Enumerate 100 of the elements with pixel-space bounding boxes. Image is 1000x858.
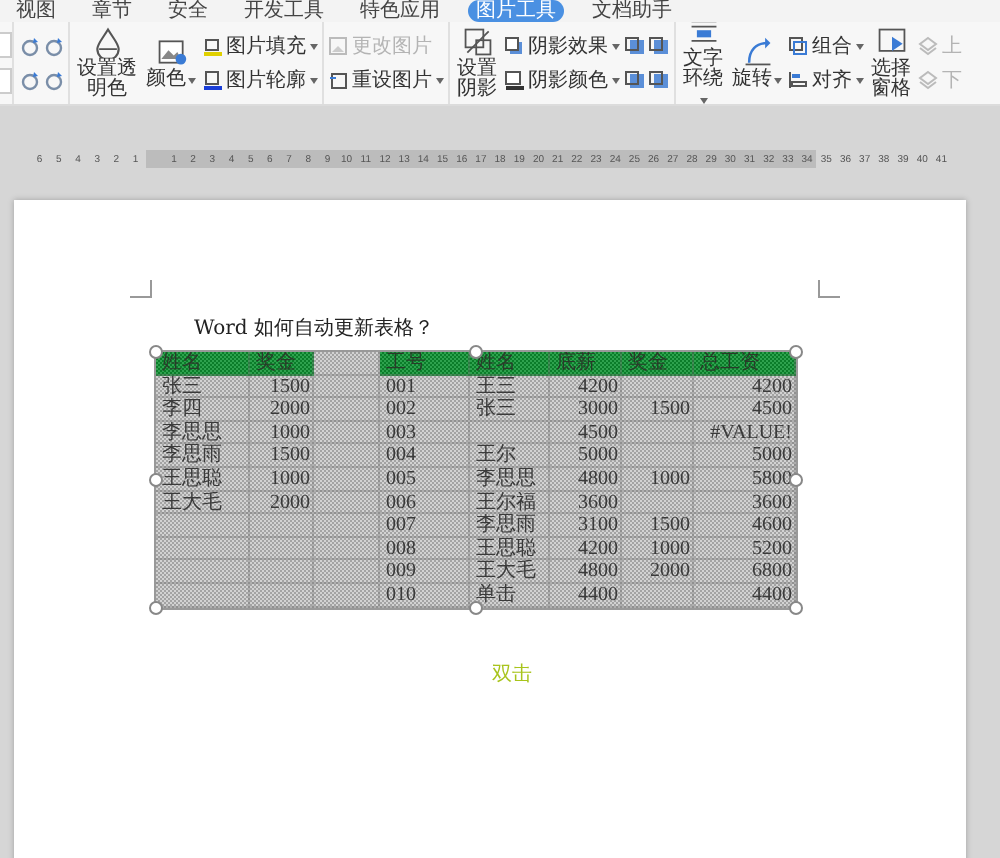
shadow-square-icon [624,35,646,57]
ribbon-tab[interactable]: 开发工具 [236,0,332,22]
table-cell [314,514,380,538]
header-cell: 奖金 [622,352,694,376]
table-cell [622,375,694,399]
table-cell [250,537,314,561]
toolbar-button[interactable]: 文字环绕 [680,22,726,104]
shadow-square-icon [648,69,670,91]
toolbar-button[interactable]: 设置透明色 [74,26,140,100]
table-cell: 1000 [622,467,694,492]
table-cell: 4800 [550,467,622,492]
resize-handle[interactable] [149,472,163,487]
table-cell: 4500 [550,421,622,445]
toolbar-button[interactable]: 组合 [788,35,864,57]
table-cell [622,444,694,468]
resize-handle[interactable] [789,600,803,615]
table-cell: 1500 [250,375,314,399]
table-cell: 王尔 [470,444,550,468]
table-cell [156,560,250,584]
table-cell [622,491,694,515]
table-cell [156,514,250,538]
toolbar-button[interactable]: 颜色 [144,36,198,90]
header-cell: 奖金 [250,352,314,376]
toolbar-button[interactable]: 对齐 [788,69,864,91]
table-cell [314,467,380,492]
table-cell: 李思思 [156,421,250,445]
caret-icon [310,43,318,49]
rotate-icon [18,69,40,91]
caret-icon [612,43,620,49]
table-cell: 5000 [694,444,796,468]
table-cell: 李四 [156,398,250,422]
table-cell [314,421,380,445]
table-cell [470,421,550,445]
header-cell: 姓名 [156,352,250,376]
caret-icon [774,78,782,84]
table-cell [622,583,694,608]
table-cell: 2000 [250,491,314,515]
resize-handle[interactable] [149,345,163,359]
table-cell [314,583,380,608]
table-cell: 1500 [250,444,314,468]
resize-handle[interactable] [469,600,483,615]
table-cell: 4200 [550,537,622,561]
shadow-color-icon [504,69,526,91]
table-cell: 王大毛 [470,560,550,584]
table-cell: 002 [380,398,470,422]
text-wrap-icon [687,22,719,48]
resize-handle[interactable] [789,472,803,487]
table-cell: 1500 [622,514,694,538]
table-cell: 3600 [550,491,622,515]
toolbar-button[interactable]: 图片轮廓 [202,69,318,91]
table-cell: 2000 [622,560,694,584]
input-field[interactable] [0,67,12,94]
caret-icon [188,78,196,84]
table-cell: 李思思 [470,467,550,492]
toolbar-button[interactable]: 设置阴影 [454,26,500,100]
table-cell: 王思聪 [470,537,550,561]
table-cell [314,491,380,515]
drop-icon [91,26,123,58]
group-icon [788,35,810,57]
table-cell [156,537,250,561]
toolbar-button[interactable]: 旋转 [730,36,784,90]
table-cell [250,583,314,608]
rotate-icon [18,35,40,57]
table-cell: 4500 [694,398,796,422]
caret-icon [310,77,318,83]
table-cell [314,375,380,399]
table-cell: 1000 [250,467,314,492]
table-cell: 张三 [156,375,250,399]
resize-handle[interactable] [789,345,803,359]
table-cell: 007 [380,514,470,538]
rotate-icon [42,69,64,91]
table-cell: 010 [380,583,470,608]
table-cell: 1500 [622,398,694,422]
shadow-icon [461,26,493,58]
table-cell [250,514,314,538]
table-cell: 李思雨 [156,444,250,468]
table-cell: 008 [380,537,470,561]
toolbar-button[interactable]: 选择窗格 [868,26,914,100]
toolbar-button[interactable]: 重设图片 [328,69,444,91]
table-cell: 009 [380,560,470,584]
table-cell: 4200 [694,375,796,399]
input-field[interactable] [0,32,12,59]
shadow-square-icon [648,35,670,57]
reset-picture-icon [328,69,350,91]
table-cell: 王三 [470,375,550,399]
table-cell: 2000 [250,398,314,422]
table-cell: 4800 [550,560,622,584]
toolbar-button[interactable]: 阴影颜色 [504,69,620,91]
header-cell: 工号 [380,352,470,376]
table-cell: 王尔福 [470,491,550,515]
ribbon-tab[interactable]: 视图 [8,0,64,22]
toolbar-button[interactable]: 图片填充 [202,35,318,57]
picture-icon [155,36,187,68]
caret-icon [856,77,864,83]
outline-icon [202,69,224,91]
table-cell: 5200 [694,537,796,561]
caption-text: 双击 [492,661,534,688]
toolbar-button[interactable]: 阴影效果 [504,35,620,57]
resize-handle[interactable] [149,600,163,615]
table-cell [314,444,380,468]
